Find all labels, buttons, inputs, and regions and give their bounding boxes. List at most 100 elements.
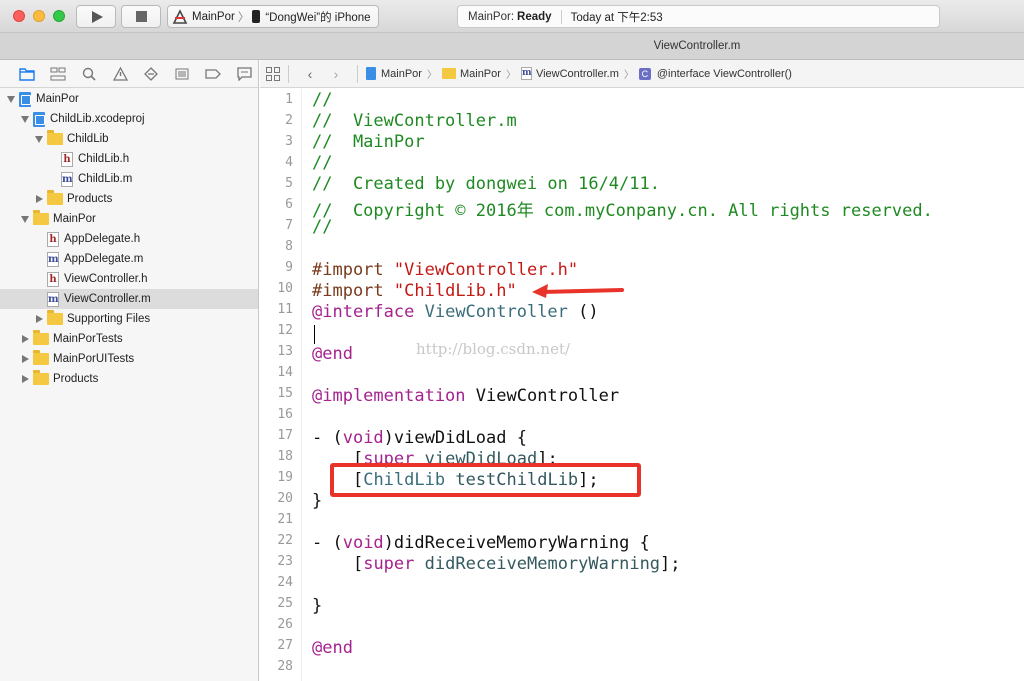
stop-button[interactable] [121,5,161,28]
related-items-icon[interactable] [266,66,280,81]
jump-bar-divider [357,64,358,83]
line-number: 6 [285,197,293,212]
zoom-window-button[interactable] [53,10,65,22]
search-icon[interactable] [78,65,100,83]
minimize-window-button[interactable] [33,10,45,22]
folder-icon [47,130,63,145]
tree-item-appdelegate-m[interactable]: m AppDelegate.m [0,249,258,269]
header-file-icon: h [61,151,73,167]
scheme-selector[interactable]: MainPor 〉 “DongWei”的 iPhone [167,5,379,28]
code-line-25: } [312,596,323,616]
forward-arrow-icon[interactable]: › [329,66,343,82]
breadcrumb-group[interactable]: MainPor [441,68,501,80]
tree-item-label: ViewController.m [64,293,151,305]
breadcrumb-label: MainPor [381,67,422,80]
disclosure-closed-icon[interactable] [20,374,30,384]
source-editor[interactable]: 1 2 3 4 5 6 7 8 9 10 11 12 13 14 15 16 17 18 19 20 21 22 23 24 2… [260,89,1024,681]
tree-item-mainportests[interactable]: MainPorTests [0,329,258,349]
disclosure-closed-icon[interactable] [20,354,30,364]
tree-item-childlib-h[interactable]: h ChildLib.h [0,149,258,169]
watermark: http://blog.csdn.net/ [416,340,571,358]
implementation-file-icon: m [47,251,59,267]
code-line-4: // [312,153,333,173]
folder-icon [33,370,49,385]
line-number: 17 [277,428,293,443]
tree-item-viewcontroller-m[interactable]: m ViewController.m [0,289,258,309]
chevron-right-icon: 〉 [505,70,516,81]
code-line-20: } [312,491,323,511]
plain-token: )viewDidLoad { [383,428,527,448]
warning-icon[interactable] [109,65,131,83]
tab-viewcontroller-m[interactable]: ViewController.m [0,40,1024,52]
tree-item-label: AppDelegate.m [64,253,144,265]
disclosure-open-icon[interactable] [6,94,16,104]
keyword-token: super [363,554,415,574]
plain-token: ViewController [475,386,620,406]
line-number: 23 [277,554,293,569]
breadcrumb-file[interactable]: m ViewController.m [520,67,619,80]
code-line-10: #import "ChildLib.h" [312,281,517,301]
disclosure-open-icon[interactable] [20,114,30,124]
back-arrow-icon[interactable]: ‹ [303,66,317,82]
tree-item-childlib-xcodeproj[interactable]: ChildLib.xcodeproj [0,109,258,129]
debug-icon[interactable] [171,65,193,83]
jump-bar-divider [288,64,289,83]
tree-item-supporting-files[interactable]: Supporting Files [0,309,258,329]
tree-item-childlib-folder[interactable]: ChildLib [0,129,258,149]
close-window-button[interactable] [13,10,25,22]
activity-time: Today at 下午2:53 [570,11,663,24]
tree-item-viewcontroller-h[interactable]: h ViewController.h [0,269,258,289]
disclosure-closed-icon[interactable] [34,194,44,204]
tree-item-label: ChildLib.m [78,173,133,185]
class-token: ViewController [424,302,568,322]
breadcrumb-label: ViewController.m [535,67,619,80]
symbol-icon[interactable] [47,65,69,83]
chevron-right-icon: 〉 [623,70,634,81]
tree-item-appdelegate-h[interactable]: h AppDelegate.h [0,229,258,249]
device-name: “DongWei”的 iPhone [265,11,371,24]
line-number: 20 [277,491,293,506]
disclosure-closed-icon[interactable] [20,334,30,344]
run-button[interactable] [76,5,116,28]
code-line-6: // Copyright © 2016年 com.myConpany.cn. A… [312,201,933,221]
breadcrumb-symbol[interactable]: C @interface ViewController() [638,67,792,80]
line-number: 22 [277,533,293,548]
folder-icon[interactable] [16,65,38,83]
line-number: 8 [285,239,293,254]
folder-icon [47,190,63,205]
breadcrumb-label: @interface ViewController() [656,67,792,80]
code-line-13: @end [312,344,353,364]
line-number: 26 [277,617,293,632]
report-icon[interactable] [233,65,255,83]
class-icon: C [638,67,651,80]
line-number: 18 [277,449,293,464]
test-icon[interactable] [140,65,162,83]
line-number: 5 [285,176,293,191]
line-number: 3 [285,134,293,149]
tree-item-mainpor-project[interactable]: MainPor [0,89,258,109]
disclosure-open-icon[interactable] [34,134,44,144]
line-number: 12 [277,323,293,338]
tree-item-mainporuitests[interactable]: MainPorUITests [0,349,258,369]
annotation-arrow-icon [532,284,624,298]
window-toolbar: MainPor 〉 “DongWei”的 iPhone MainPor: Rea… [0,0,1024,33]
line-number: 13 [277,344,293,359]
breadcrumb-project[interactable]: MainPor [366,67,422,80]
breakpoint-icon[interactable] [202,65,224,83]
xcode-project-icon [19,91,31,107]
string-token: "ChildLib.h" [393,281,517,301]
disclosure-open-icon[interactable] [20,214,30,224]
line-number: 10 [277,281,293,296]
activity-viewer: MainPor: Ready Today at 下午2:53 [457,5,940,28]
code-line-22: - (void)didReceiveMemoryWarning { [312,533,650,553]
tree-item-products[interactable]: Products [0,369,258,389]
tree-item-products-childlib[interactable]: Products [0,189,258,209]
tree-item-childlib-m[interactable]: m ChildLib.m [0,169,258,189]
line-number: 9 [285,260,293,275]
disclosure-closed-icon[interactable] [34,314,44,324]
folder-icon [441,68,456,79]
keyword-token: void [342,428,384,448]
tree-item-mainpor-folder[interactable]: MainPor [0,209,258,229]
tree-item-label: MainPor [36,93,79,105]
code-line-27: @end [312,638,353,658]
